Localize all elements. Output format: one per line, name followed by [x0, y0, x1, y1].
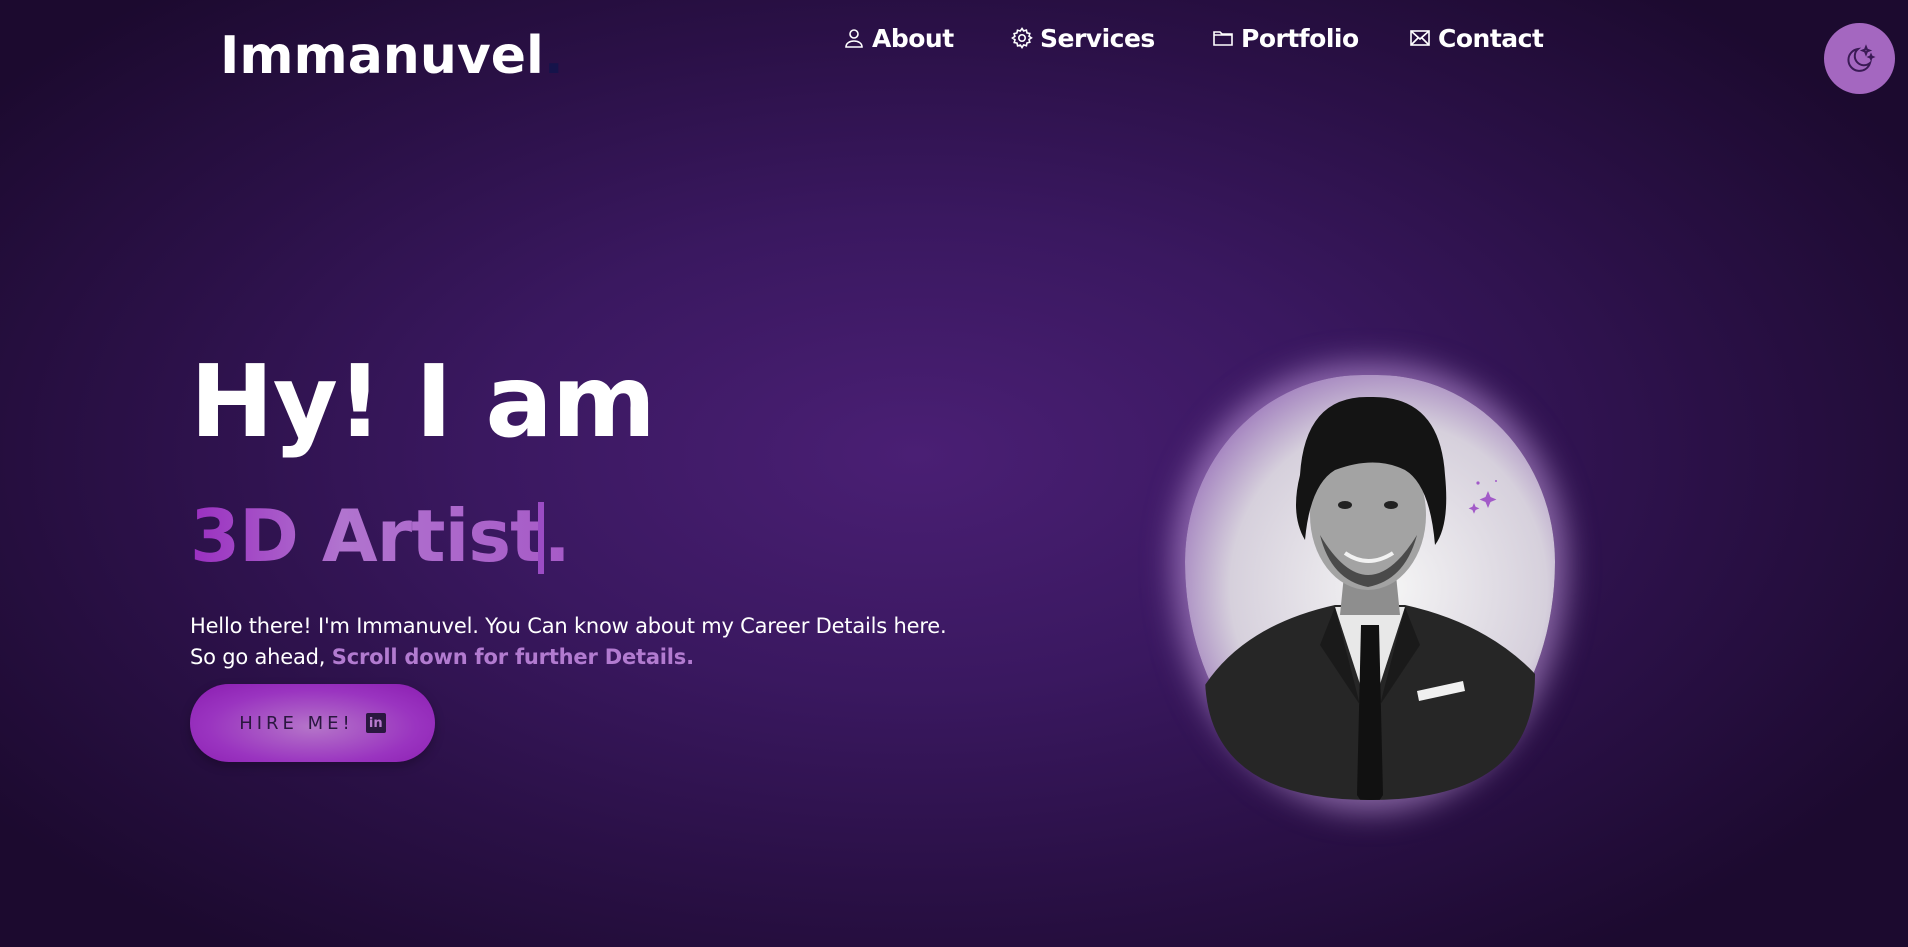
- logo-dot: .: [543, 26, 564, 86]
- folder-icon: [1213, 31, 1233, 46]
- gear-icon: [1011, 27, 1033, 49]
- nav-about[interactable]: About: [842, 24, 954, 53]
- theme-toggle-button[interactable]: [1824, 23, 1895, 94]
- moon-stars-icon: [1846, 43, 1876, 72]
- profile-photo: [1205, 396, 1535, 800]
- sparkle-stars-icon: [1468, 480, 1497, 514]
- nav-services[interactable]: Services: [1010, 24, 1155, 53]
- linkedin-icon: in: [365, 713, 386, 733]
- profile-portrait: [1185, 375, 1555, 800]
- logo[interactable]: Immanuvel.: [220, 30, 564, 82]
- nav-portfolio[interactable]: Portfolio: [1211, 24, 1359, 53]
- hero-intro-highlight: Scroll down for further Details.: [331, 645, 694, 669]
- hero-role-typed: 3D Artist.: [190, 494, 571, 578]
- nav-portfolio-label: Portfolio: [1241, 23, 1359, 53]
- user-icon: [845, 29, 863, 48]
- nav-contact-label: Contact: [1438, 23, 1544, 53]
- hire-me-label: HIRE ME!: [239, 712, 354, 734]
- hero-intro: Hello there! I'm Immanuvel. You Can know…: [190, 611, 950, 673]
- nav-about-label: About: [872, 23, 954, 53]
- typing-cursor: [538, 502, 544, 574]
- hero-title: Hy! I am: [190, 343, 656, 460]
- nav-contact[interactable]: Contact: [1408, 23, 1544, 53]
- hire-me-button[interactable]: HIRE ME! in: [190, 684, 435, 762]
- logo-text: Immanuvel: [220, 26, 544, 86]
- nav-services-label: Services: [1040, 23, 1155, 53]
- envelope-icon: [1410, 30, 1430, 46]
